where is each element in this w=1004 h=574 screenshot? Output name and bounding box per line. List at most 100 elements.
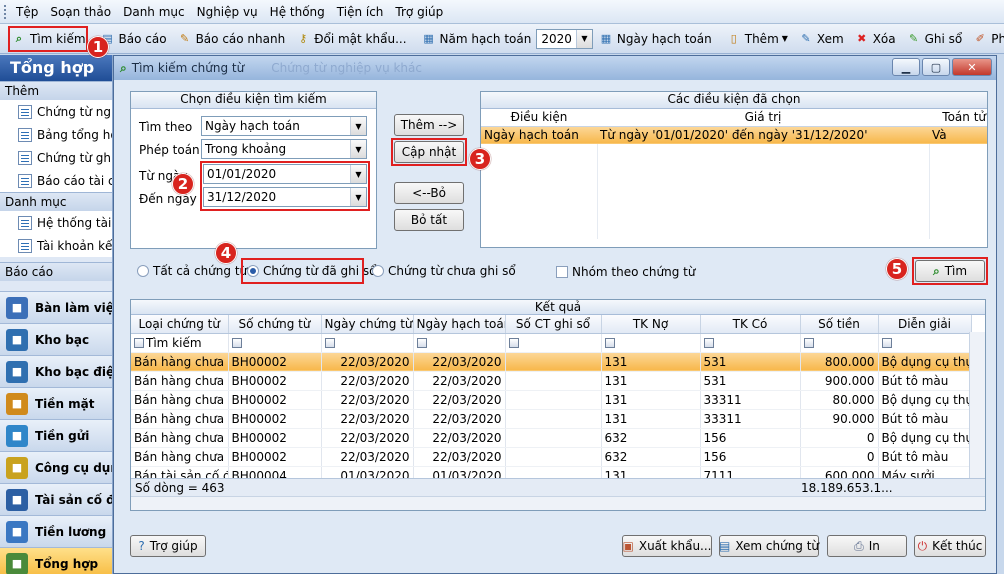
dropdown-arrow-icon[interactable]: ▼ bbox=[782, 34, 788, 43]
add-button[interactable]: ▯ Thêm ▼ bbox=[721, 27, 793, 51]
section-add[interactable]: Thêm bbox=[0, 81, 112, 100]
menu-operations[interactable]: Nghiệp vụ bbox=[191, 5, 264, 19]
chosen-column-header[interactable]: Toán tử bbox=[929, 109, 987, 127]
table-row[interactable]: Bán hàng chưa t...BH0000222/03/202022/03… bbox=[131, 409, 972, 429]
menu-catalog[interactable]: Danh mục bbox=[117, 5, 191, 19]
nav-module[interactable]: ■ Tiền lương bbox=[0, 515, 112, 547]
vertical-scrollbar[interactable] bbox=[969, 332, 985, 496]
panel-item-transfer-account[interactable]: Tài khoản kết chuyển bbox=[0, 234, 112, 257]
close-dialog-button[interactable]: ⏻ Kết thúc bbox=[914, 535, 986, 557]
chosen-column-header[interactable]: Giá trị bbox=[597, 109, 929, 127]
filter-icon[interactable] bbox=[703, 338, 714, 348]
section-reports[interactable]: Báo cáo bbox=[0, 262, 112, 281]
menu-edit[interactable]: Soạn thảo bbox=[44, 5, 117, 19]
filter-cell[interactable] bbox=[505, 333, 602, 353]
column-header[interactable]: Số CT ghi sổ bbox=[505, 315, 602, 334]
filter-icon[interactable] bbox=[508, 338, 519, 348]
unpost-button[interactable]: ✐ Phân hồ bbox=[967, 27, 1004, 51]
filter-icon[interactable] bbox=[881, 338, 892, 348]
search-by-select[interactable]: Ngày hạch toán ▼ bbox=[201, 116, 367, 136]
nav-module[interactable]: ■ Tổng hợp bbox=[0, 547, 112, 574]
search-button[interactable]: ⌕ Tìm kiếm bbox=[6, 27, 91, 51]
nav-module[interactable]: ■ Kho bạc điện tử bbox=[0, 355, 112, 387]
filter-cell[interactable] bbox=[413, 333, 506, 353]
chevron-down-icon[interactable]: ▼ bbox=[350, 140, 366, 158]
update-condition-button[interactable]: Cập nhật bbox=[394, 141, 464, 163]
menu-system[interactable]: Hệ thống bbox=[264, 5, 331, 19]
chosen-column-header[interactable]: Điều kiện bbox=[481, 109, 597, 127]
menu-help[interactable]: Trợ giúp bbox=[389, 5, 449, 19]
remove-condition-button[interactable]: <--Bỏ bbox=[394, 182, 464, 204]
column-header[interactable]: Ngày hạch toán bbox=[413, 315, 506, 334]
column-header[interactable]: Số chứng từ bbox=[228, 315, 322, 334]
table-row[interactable]: Bán hàng chưa t...BH0000222/03/202022/03… bbox=[131, 447, 972, 467]
panel-item-ledger-vouchers[interactable]: Chứng từ ghi sổ bbox=[0, 146, 112, 169]
export-button[interactable]: ▣ Xuất khẩu... bbox=[622, 535, 712, 557]
horizontal-scrollbar[interactable] bbox=[131, 496, 985, 510]
table-row[interactable]: Bán hàng chưa t...BH0000222/03/202022/03… bbox=[131, 390, 972, 410]
operator-select[interactable]: Trong khoảng ▼ bbox=[201, 139, 367, 159]
checkbox[interactable] bbox=[556, 266, 568, 278]
nav-module[interactable]: ■ Tài sản cố định bbox=[0, 483, 112, 515]
nav-module[interactable]: ■ Công cụ dụng cụ bbox=[0, 451, 112, 483]
chevron-down-icon[interactable]: ▼ bbox=[575, 29, 592, 48]
filter-icon[interactable] bbox=[134, 338, 144, 348]
fiscal-year-select[interactable]: 2020 ▼ bbox=[536, 28, 593, 49]
section-catalog[interactable]: Danh mục bbox=[0, 192, 112, 211]
delete-button[interactable]: ✖ Xóa bbox=[849, 27, 901, 51]
column-header[interactable]: Diễn giải bbox=[878, 315, 972, 334]
table-row[interactable]: Bán hàng chưa t...BH0000222/03/202022/03… bbox=[131, 428, 972, 448]
radio-circle-selected[interactable] bbox=[247, 265, 259, 277]
filter-cell[interactable] bbox=[228, 333, 322, 353]
column-header[interactable]: TK Nợ bbox=[601, 315, 701, 334]
filter-icon[interactable] bbox=[604, 338, 615, 348]
nav-module[interactable]: ■ Tiền gửi bbox=[0, 419, 112, 451]
table-row[interactable]: Bán hàng chưa t...BH0000222/03/202022/03… bbox=[131, 352, 972, 372]
post-button[interactable]: ✎ Ghi sổ bbox=[901, 27, 968, 51]
chevron-down-icon[interactable]: ▼ bbox=[350, 117, 366, 135]
filter-icon[interactable] bbox=[803, 338, 814, 348]
radio-unposted-vouchers[interactable]: Chứng từ chưa ghi sổ bbox=[372, 264, 516, 278]
nav-module[interactable]: ■ Kho bạc bbox=[0, 323, 112, 355]
radio-circle[interactable] bbox=[372, 265, 384, 277]
panel-item-account-system[interactable]: Hệ thống tài khoản bbox=[0, 211, 112, 234]
remove-all-button[interactable]: Bỏ tất bbox=[394, 209, 464, 231]
group-by-voucher-checkbox[interactable]: Nhóm theo chứng từ bbox=[556, 265, 695, 279]
filter-icon[interactable] bbox=[416, 338, 427, 348]
close-button[interactable]: ✕ bbox=[952, 58, 992, 76]
view-button[interactable]: ✎ Xem bbox=[793, 27, 849, 51]
posting-date-button[interactable]: ▦ Ngày hạch toán bbox=[593, 27, 717, 51]
panel-item-summary[interactable]: Bảng tổng hợp bbox=[0, 123, 112, 146]
maximize-button[interactable]: ▢ bbox=[922, 58, 950, 76]
help-button[interactable]: ? Trợ giúp bbox=[130, 535, 206, 557]
panel-item-financial-report[interactable]: Báo cáo tài chính bbox=[0, 169, 112, 192]
column-header[interactable]: Số tiền bbox=[800, 315, 879, 334]
menu-file[interactable]: Tệp bbox=[10, 5, 44, 19]
filter-cell[interactable] bbox=[800, 333, 879, 353]
add-condition-button[interactable]: Thêm --> bbox=[394, 114, 464, 136]
quick-report-button[interactable]: ✎ Báo cáo nhanh bbox=[172, 27, 291, 51]
from-date-field[interactable]: 01/01/2020 ▼ bbox=[203, 164, 367, 184]
nav-module[interactable]: ■ Tiền mặt bbox=[0, 387, 112, 419]
chevron-down-icon[interactable]: ▼ bbox=[350, 165, 366, 183]
chosen-condition-row[interactable]: Ngày hạch toán Từ ngày '01/01/2020' đến n… bbox=[481, 126, 987, 144]
nav-module[interactable]: ■ Bàn làm việc bbox=[0, 291, 112, 323]
print-button[interactable]: ⎙ In bbox=[827, 535, 907, 557]
panel-item-vouchers[interactable]: Chứng từ nghiệp vụ bbox=[0, 100, 112, 123]
minimize-button[interactable]: ▁ bbox=[892, 58, 920, 76]
radio-all-vouchers[interactable]: Tất cả chứng từ bbox=[137, 264, 247, 278]
find-button[interactable]: ⌕ Tìm bbox=[915, 260, 985, 282]
table-row[interactable]: Bán hàng chưa t...BH0000222/03/202022/03… bbox=[131, 371, 972, 391]
radio-posted-vouchers[interactable]: Chứng từ đã ghi sổ bbox=[247, 264, 377, 278]
filter-cell[interactable] bbox=[878, 333, 972, 353]
filter-icon[interactable] bbox=[324, 338, 335, 348]
filter-icon[interactable] bbox=[231, 338, 242, 348]
filter-cell[interactable] bbox=[601, 333, 701, 353]
column-header[interactable]: Ngày chứng từ bbox=[321, 315, 414, 334]
to-date-field[interactable]: 31/12/2020 ▼ bbox=[203, 187, 367, 207]
view-voucher-button[interactable]: ▤ Xem chứng từ bbox=[719, 535, 819, 557]
column-header[interactable]: Loại chứng từ bbox=[131, 315, 229, 334]
filter-cell[interactable] bbox=[700, 333, 801, 353]
filter-cell[interactable]: Tìm kiếm bbox=[131, 333, 229, 353]
change-password-button[interactable]: ⚷ Đổi mật khẩu... bbox=[290, 27, 411, 51]
